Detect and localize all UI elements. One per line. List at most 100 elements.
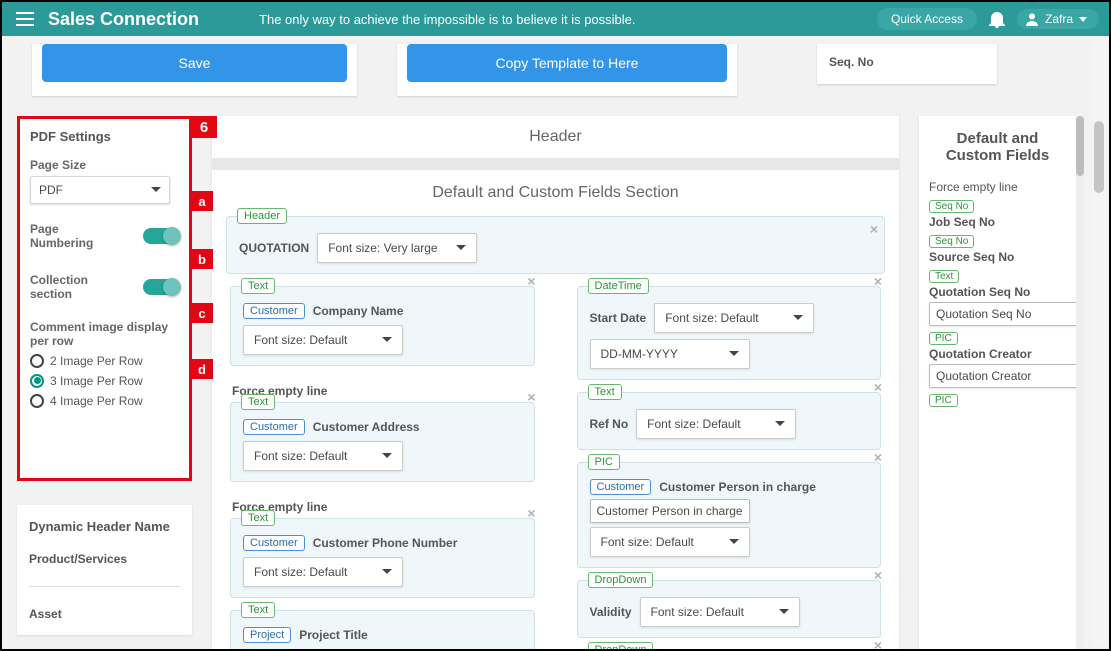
page-size-value: PDF <box>39 183 63 197</box>
dyn-item-1[interactable]: Product/Services <box>29 552 180 566</box>
field-validity: DropDown × Validity Font size: Default <box>577 580 882 638</box>
legend-dropdown: DropDown <box>588 642 654 651</box>
action-row: Save Copy Template to Here Seq. No <box>2 36 1109 96</box>
font-size-value: Font size: Default <box>254 449 347 463</box>
user-menu[interactable]: Zafra <box>1017 9 1099 29</box>
field-company-name: Text × CustomerCompany Name Font size: D… <box>230 286 535 366</box>
page-scrollbar[interactable] <box>1092 38 1106 646</box>
dyn-item-2[interactable]: Asset <box>29 607 180 621</box>
section-title: Default and Custom Fields Section <box>212 170 899 216</box>
tagline: The only way to achieve the impossible i… <box>259 12 635 27</box>
chip-seqno: Seq No <box>929 235 974 248</box>
close-icon[interactable]: × <box>874 273 882 289</box>
dynamic-header-title: Dynamic Header Name <box>29 519 180 534</box>
caret-down-icon <box>382 569 392 579</box>
font-size-select[interactable]: Font size: Default <box>640 597 800 627</box>
right-item-source-seq[interactable]: Source Seq No <box>929 250 1066 264</box>
pic-input[interactable]: Customer Person in charge <box>590 499 750 523</box>
legend-pic: PIC <box>588 454 620 470</box>
callout-b: b <box>191 249 213 269</box>
close-icon[interactable]: × <box>527 505 535 521</box>
right-panel-scrollbar[interactable] <box>1076 116 1084 649</box>
close-icon[interactable]: × <box>527 389 535 405</box>
right-panel-title: Default and Custom Fields <box>929 130 1066 164</box>
quotation-seq-input[interactable]: Quotation Seq No <box>929 302 1076 326</box>
right-item-quotation-seq[interactable]: Quotation Seq No <box>929 285 1066 299</box>
field-label: Start Date <box>590 311 647 325</box>
font-size-select[interactable]: Font size: Default <box>243 557 403 587</box>
callout-c: c <box>191 303 213 323</box>
radio-label-1: 3 Image Per Row <box>50 374 143 388</box>
field-customer-address: Text × CustomerCustomer Address Font siz… <box>230 402 535 482</box>
seq-no-card: Seq. No <box>817 44 997 84</box>
topbar: Sales Connection The only way to achieve… <box>2 2 1109 36</box>
page-size-select[interactable]: PDF <box>30 176 170 204</box>
caret-down-icon <box>456 245 466 255</box>
quick-access-button[interactable]: Quick Access <box>877 8 977 30</box>
collection-section-toggle[interactable] <box>143 279 179 295</box>
legend-text: Text <box>241 510 275 526</box>
font-size-value: Font size: Default <box>651 605 744 619</box>
font-size-value: Font size: Default <box>254 333 347 347</box>
close-icon[interactable]: × <box>874 637 882 651</box>
caret-down-icon <box>729 539 739 549</box>
save-button[interactable]: Save <box>42 44 347 82</box>
page-size-label: Page Size <box>30 158 179 172</box>
field-project-title: Text ProjectProject Title Font size: Def… <box>230 610 535 651</box>
quotation-creator-input[interactable]: Quotation Creator <box>929 364 1076 388</box>
font-size-value: Font size: Default <box>647 417 740 431</box>
font-size-select[interactable]: Font size: Default <box>636 409 796 439</box>
legend-text: Text <box>241 394 275 410</box>
callout-d: d <box>191 359 213 379</box>
radio-2-per-row[interactable]: 2 Image Per Row <box>30 354 179 368</box>
radio-label-0: 2 Image Per Row <box>50 354 143 368</box>
bell-icon[interactable] <box>989 10 1005 28</box>
field-label: Project Title <box>299 628 367 642</box>
close-icon[interactable]: × <box>527 273 535 289</box>
right-force-empty: Force empty line <box>929 180 1066 194</box>
user-icon <box>1025 12 1039 26</box>
pdf-settings-title: PDF Settings <box>30 129 179 144</box>
caret-down-icon <box>382 337 392 347</box>
font-size-value: Font size: Default <box>601 535 694 549</box>
chip-customer: Customer <box>243 303 305 319</box>
legend-text: Text <box>241 602 275 618</box>
legend-dropdown: DropDown <box>588 572 654 588</box>
hamburger-menu-icon[interactable] <box>12 6 38 32</box>
date-format-select[interactable]: DD-MM-YYYY <box>590 339 750 369</box>
field-label: Validity <box>590 605 632 619</box>
font-size-select[interactable]: Font size: Default <box>243 441 403 471</box>
close-icon[interactable]: × <box>874 449 882 465</box>
caret-down-icon <box>779 609 789 619</box>
copy-template-button[interactable]: Copy Template to Here <box>407 44 727 82</box>
font-size-select[interactable]: Font size: Default <box>590 527 750 557</box>
quotation-label: QUOTATION <box>239 241 309 255</box>
right-item-job-seq[interactable]: Job Seq No <box>929 215 1066 229</box>
close-icon[interactable]: × <box>870 221 878 237</box>
chip-customer: Customer <box>243 419 305 435</box>
field-label: Customer Phone Number <box>313 536 458 550</box>
field-customer-phone: Text × CustomerCustomer Phone Number Fon… <box>230 518 535 598</box>
close-icon[interactable]: × <box>874 379 882 395</box>
radio-4-per-row[interactable]: 4 Image Per Row <box>30 394 179 408</box>
field-label: Customer Address <box>313 420 420 434</box>
chip-customer: Customer <box>590 479 652 495</box>
chip-project: Project <box>243 627 291 643</box>
right-item-quotation-creator[interactable]: Quotation Creator <box>929 347 1066 361</box>
radio-3-per-row[interactable]: 3 Image Per Row <box>30 374 179 388</box>
field-label: Ref No <box>590 417 629 431</box>
legend-text: Text <box>241 278 275 294</box>
chip-seqno: Seq No <box>929 200 974 213</box>
font-size-select-header[interactable]: Font size: Very large <box>317 233 477 263</box>
field-label: Customer Person in charge <box>659 480 816 494</box>
chip-pic: PIC <box>929 332 958 345</box>
field-start-date: DateTime × Start Date Font size: Default… <box>577 286 882 380</box>
user-name: Zafra <box>1045 12 1073 26</box>
font-size-select[interactable]: Font size: Default <box>243 325 403 355</box>
caret-down-icon <box>793 315 803 325</box>
page-numbering-toggle[interactable] <box>143 228 179 244</box>
font-size-select[interactable]: Font size: Default <box>654 303 814 333</box>
legend-header: Header <box>237 208 287 224</box>
chip-pic: PIC <box>929 394 958 407</box>
close-icon[interactable]: × <box>874 567 882 583</box>
